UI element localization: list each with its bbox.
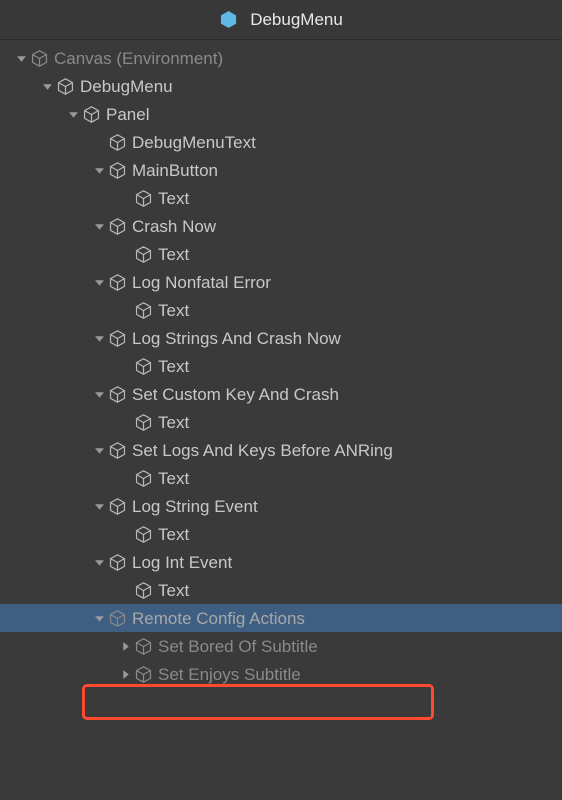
tree-item-label: Set Logs And Keys Before ANRing bbox=[132, 442, 393, 459]
tree-item-label: Panel bbox=[106, 106, 149, 123]
tree-row-debugmenu[interactable]: DebugMenu bbox=[0, 72, 562, 100]
tree-item-label: Log String Event bbox=[132, 498, 258, 515]
gameobject-cube-icon bbox=[108, 441, 126, 459]
chevron-down-icon[interactable] bbox=[92, 555, 106, 569]
tree-row-logstr[interactable]: Log Strings And Crash Now bbox=[0, 324, 562, 352]
gameobject-cube-icon bbox=[30, 49, 48, 67]
chevron-down-icon[interactable] bbox=[14, 51, 28, 65]
tree-item-label: Crash Now bbox=[132, 218, 216, 235]
tree-item-label: Text bbox=[158, 358, 189, 375]
chevron-down-icon[interactable] bbox=[92, 163, 106, 177]
tree-row-sbos[interactable]: Set Bored Of Subtitle bbox=[0, 632, 562, 660]
tree-item-label: Text bbox=[158, 246, 189, 263]
gameobject-cube-icon bbox=[134, 357, 152, 375]
tree-item-label: Set Enjoys Subtitle bbox=[158, 666, 301, 683]
header-title-text: DebugMenu bbox=[250, 10, 343, 30]
tree-row-cntext[interactable]: Text bbox=[0, 240, 562, 268]
annotation-highlight-box bbox=[82, 684, 434, 720]
hierarchy-tree[interactable]: Canvas (Environment) DebugMenu Panel Deb… bbox=[0, 40, 562, 688]
tree-row-lsetext[interactable]: Text bbox=[0, 520, 562, 548]
gameobject-cube-icon bbox=[108, 385, 126, 403]
chevron-right-icon[interactable] bbox=[118, 639, 132, 653]
tree-item-label: MainButton bbox=[132, 162, 218, 179]
tree-item-label: Text bbox=[158, 190, 189, 207]
tree-row-mbtext[interactable]: Text bbox=[0, 184, 562, 212]
hierarchy-header: DebugMenu bbox=[0, 0, 562, 40]
tree-row-panel[interactable]: Panel bbox=[0, 100, 562, 128]
tree-row-scktext[interactable]: Text bbox=[0, 408, 562, 436]
tree-item-label: Text bbox=[158, 526, 189, 543]
gameobject-cube-icon bbox=[108, 161, 126, 179]
gameobject-cube-icon bbox=[134, 637, 152, 655]
gameobject-cube-icon bbox=[108, 497, 126, 515]
chevron-down-icon[interactable] bbox=[92, 499, 106, 513]
gameobject-cube-icon bbox=[134, 469, 152, 487]
chevron-down-icon[interactable] bbox=[92, 443, 106, 457]
gameobject-cube-icon bbox=[134, 581, 152, 599]
tree-item-label: Set Bored Of Subtitle bbox=[158, 638, 318, 655]
tree-row-logie[interactable]: Log Int Event bbox=[0, 548, 562, 576]
gameobject-cube-icon bbox=[108, 553, 126, 571]
gameobject-cube-icon bbox=[108, 133, 126, 151]
tree-row-setck[interactable]: Set Custom Key And Crash bbox=[0, 380, 562, 408]
gameobject-cube-icon bbox=[108, 609, 126, 627]
chevron-down-icon[interactable] bbox=[92, 387, 106, 401]
tree-row-logse[interactable]: Log String Event bbox=[0, 492, 562, 520]
chevron-down-icon[interactable] bbox=[40, 79, 54, 93]
tree-row-lognf[interactable]: Log Nonfatal Error bbox=[0, 268, 562, 296]
tree-item-label: Canvas (Environment) bbox=[54, 50, 223, 67]
gameobject-cube-icon bbox=[108, 329, 126, 347]
chevron-down-icon[interactable] bbox=[92, 275, 106, 289]
chevron-right-icon[interactable] bbox=[118, 667, 132, 681]
gameobject-cube-icon bbox=[134, 413, 152, 431]
gameobject-cube-icon bbox=[134, 301, 152, 319]
gameobject-cube-icon bbox=[134, 525, 152, 543]
chevron-down-icon[interactable] bbox=[92, 219, 106, 233]
gameobject-cube-icon bbox=[108, 217, 126, 235]
gameobject-cube-icon bbox=[134, 665, 152, 683]
tree-item-label: Text bbox=[158, 470, 189, 487]
tree-item-label: DebugMenuText bbox=[132, 134, 256, 151]
gameobject-cube-icon bbox=[82, 105, 100, 123]
tree-item-label: Log Nonfatal Error bbox=[132, 274, 271, 291]
tree-row-canvas[interactable]: Canvas (Environment) bbox=[0, 44, 562, 72]
tree-item-label: Text bbox=[158, 414, 189, 431]
tree-row-ses[interactable]: Set Enjoys Subtitle bbox=[0, 660, 562, 688]
gameobject-cube-icon bbox=[134, 245, 152, 263]
gameobject-cube-icon bbox=[134, 189, 152, 207]
tree-row-crashnow[interactable]: Crash Now bbox=[0, 212, 562, 240]
tree-item-label: Text bbox=[158, 582, 189, 599]
tree-item-label: Log Int Event bbox=[132, 554, 232, 571]
gameobject-cube-icon bbox=[56, 77, 74, 95]
tree-row-lstext[interactable]: Text bbox=[0, 352, 562, 380]
chevron-down-icon[interactable] bbox=[92, 611, 106, 625]
chevron-down-icon[interactable] bbox=[92, 331, 106, 345]
gameobject-cube-icon bbox=[108, 273, 126, 291]
tree-row-slktext[interactable]: Text bbox=[0, 464, 562, 492]
tree-item-label: Text bbox=[158, 302, 189, 319]
tree-row-dmtext[interactable]: DebugMenuText bbox=[0, 128, 562, 156]
tree-row-setlk[interactable]: Set Logs And Keys Before ANRing bbox=[0, 436, 562, 464]
tree-row-rca[interactable]: Remote Config Actions bbox=[0, 604, 562, 632]
tree-item-label: Log Strings And Crash Now bbox=[132, 330, 341, 347]
tree-row-lietext[interactable]: Text bbox=[0, 576, 562, 604]
tree-item-label: DebugMenu bbox=[80, 78, 173, 95]
tree-item-label: Remote Config Actions bbox=[132, 610, 305, 627]
prefab-cube-icon bbox=[219, 11, 237, 29]
tree-item-label: Set Custom Key And Crash bbox=[132, 386, 339, 403]
tree-row-mainbtn[interactable]: MainButton bbox=[0, 156, 562, 184]
chevron-down-icon[interactable] bbox=[66, 107, 80, 121]
tree-row-lnftext[interactable]: Text bbox=[0, 296, 562, 324]
